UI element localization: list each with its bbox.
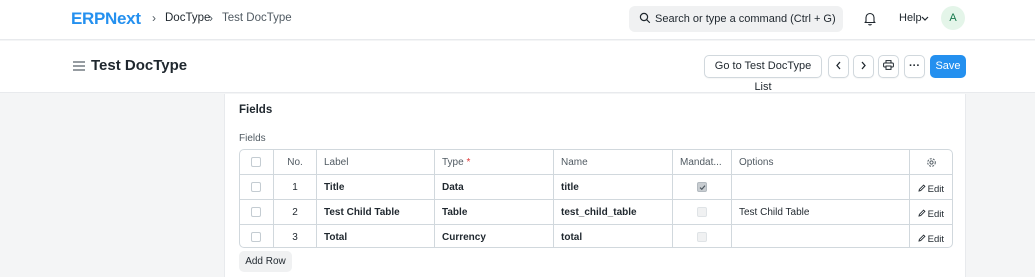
gear-icon[interactable] [926,157,937,168]
previous-button[interactable] [828,55,849,78]
field-label: Fields [239,133,266,144]
chevron-right-icon: › [152,11,156,25]
search-placeholder: Search or type a command (Ctrl + G) [655,13,836,25]
column-header-options: Options [732,150,910,174]
page-title: Test DocType [91,57,188,74]
row-edit-cell: Edit [910,225,952,247]
table-header-row: No. Label Type * Name Mandat... Options [240,150,952,175]
column-header-no: No. [274,150,317,174]
column-header-type: Type * [435,150,554,174]
top-navbar: ERPNext › DocType › Test DocType Search … [0,0,1035,40]
select-all-cell [240,150,274,174]
column-header-label: Label [317,150,435,174]
form-card: Fields Fields No. Label Type * Name Mand… [224,94,966,277]
pencil-icon [918,234,926,243]
fields-table: No. Label Type * Name Mandat... Options … [239,149,953,248]
column-settings-cell [910,150,952,174]
row-select-cell [240,200,274,224]
row-options[interactable] [732,175,910,199]
bell-icon[interactable] [863,11,877,26]
row-label[interactable]: Total [317,225,435,247]
chevron-right-icon [861,61,866,70]
row-edit-cell: Edit [910,200,952,224]
chevron-down-icon[interactable] [921,16,929,22]
more-options-button[interactable]: ··· [904,55,925,78]
row-number: 1 [274,175,317,199]
mandatory-checkbox[interactable] [697,232,707,242]
row-options[interactable]: Test Child Table [732,200,910,224]
row-label[interactable]: Title [317,175,435,199]
row-type[interactable]: Currency [435,225,554,247]
column-header-mandatory: Mandat... [673,150,732,174]
row-mandatory-cell [673,175,732,199]
printer-icon [883,60,894,70]
row-name[interactable]: total [554,225,673,247]
menu-icon[interactable] [73,61,85,71]
row-options[interactable] [732,225,910,247]
row-select-cell [240,175,274,199]
row-number: 3 [274,225,317,247]
pencil-icon [918,184,926,193]
add-row-button[interactable]: Add Row [239,251,292,272]
row-edit-cell: Edit [910,175,952,199]
chevron-right-icon: › [209,11,213,25]
row-type[interactable]: Table [435,200,554,224]
go-to-list-button[interactable]: Go to Test DocType List [704,55,822,93]
row-number: 2 [274,200,317,224]
row-checkbox[interactable] [251,207,261,217]
row-checkbox[interactable] [251,182,261,192]
edit-row-button[interactable]: Edit [918,234,944,245]
table-row[interactable]: 1 Title Data title Edit [240,175,952,200]
search-icon [639,12,651,24]
breadcrumb-doctype[interactable]: DocType [165,12,210,24]
app-logo[interactable]: ERPNext [71,9,141,29]
row-mandatory-cell [673,225,732,247]
search-input[interactable]: Search or type a command (Ctrl + G) [629,6,843,32]
table-row[interactable]: 2 Test Child Table Table test_child_tabl… [240,200,952,225]
page-header: Test DocType Go to Test DocType List ···… [0,41,1035,93]
required-marker: * [466,157,471,168]
section-title: Fields [239,104,273,116]
help-menu[interactable]: Help [899,12,922,24]
row-mandatory-cell [673,200,732,224]
edit-row-button[interactable]: Edit [918,209,944,220]
row-select-cell [240,225,274,247]
row-name[interactable]: test_child_table [554,200,673,224]
edit-row-button[interactable]: Edit [918,184,944,195]
mandatory-checkbox[interactable] [697,207,707,217]
mandatory-checkbox[interactable] [697,182,707,192]
save-button[interactable]: Save [930,55,966,78]
breadcrumb-current[interactable]: Test DocType [222,12,292,24]
row-label[interactable]: Test Child Table [317,200,435,224]
column-header-type-text: Type [442,157,464,168]
row-name[interactable]: title [554,175,673,199]
next-button[interactable] [853,55,874,78]
select-all-checkbox[interactable] [251,157,261,167]
avatar[interactable]: A [941,6,965,30]
pencil-icon [918,209,926,218]
column-header-name: Name [554,150,673,174]
print-button[interactable] [878,55,899,78]
row-type[interactable]: Data [435,175,554,199]
row-checkbox[interactable] [251,232,261,242]
table-row[interactable]: 3 Total Currency total Edit [240,225,952,247]
chevron-left-icon [836,61,841,70]
